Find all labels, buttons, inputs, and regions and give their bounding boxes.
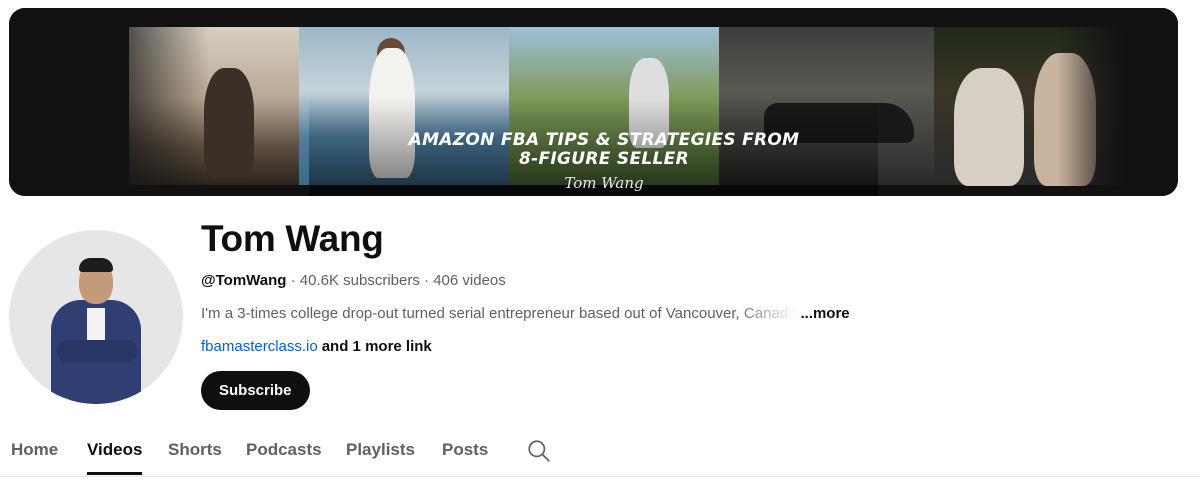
channel-avatar[interactable] [9,230,183,404]
subscriber-count: 40.6K subscribers [299,272,420,289]
website-link[interactable]: fbamasterclass.io [201,338,318,355]
channel-search-button[interactable] [526,438,552,464]
channel-banner: Amazon FBA Tips & Strategies From 8-Figu… [9,8,1178,196]
subscribe-button[interactable]: Subscribe [201,371,310,410]
banner-figure [954,68,1024,186]
channel-meta: @TomWang · 40.6K subscribers · 406 video… [201,272,506,289]
more-links-button[interactable]: and 1 more link [322,338,432,355]
channel-name: Tom Wang [201,218,384,259]
tab-videos[interactable]: Videos [87,440,143,475]
banner-signature: Tom Wang [564,174,644,192]
channel-links: fbamasterclass.io and 1 more link [201,338,432,355]
tab-shorts[interactable]: Shorts [168,440,222,475]
description-text: I'm a 3-times college drop-out turned se… [201,305,797,322]
search-icon [528,440,550,462]
video-count: 406 videos [433,272,506,289]
banner-headline: Amazon FBA Tips & Strategies From [408,130,800,150]
banner-headline: 8-Figure Seller [519,149,689,169]
channel-tabs: Home Videos Shorts Podcasts Playlists Po… [0,430,1200,477]
more-button[interactable]: ...more [800,305,849,322]
tab-playlists[interactable]: Playlists [346,440,415,475]
channel-description[interactable]: I'm a 3-times college drop-out turned se… [201,305,850,322]
tab-podcasts[interactable]: Podcasts [246,440,322,475]
tab-posts[interactable]: Posts [442,440,488,475]
tab-home[interactable]: Home [11,440,58,475]
banner-figure [204,68,254,178]
channel-handle: @TomWang [201,272,287,289]
